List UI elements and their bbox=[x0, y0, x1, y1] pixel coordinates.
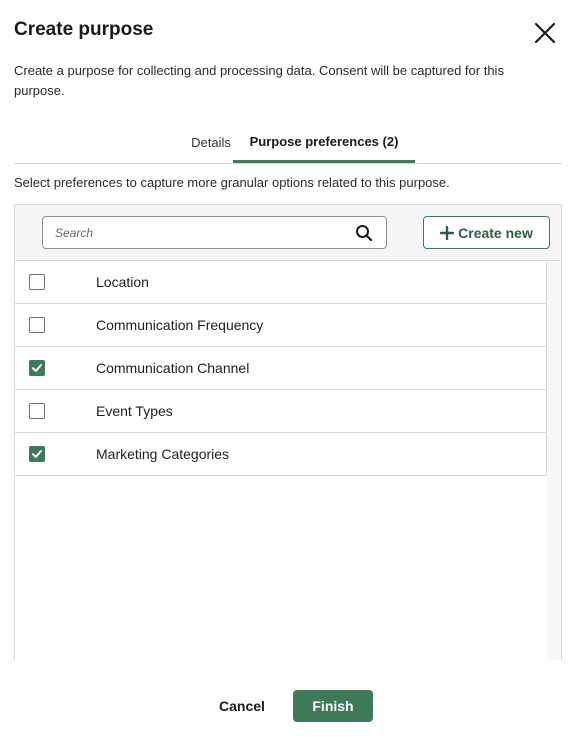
list-item: Event Types bbox=[15, 390, 547, 433]
preference-label: Communication Frequency bbox=[96, 317, 264, 333]
list-item: Marketing Categories bbox=[15, 433, 547, 476]
helper-text: Select preferences to capture more granu… bbox=[14, 175, 450, 190]
create-new-button[interactable]: Create new bbox=[423, 216, 550, 249]
preference-label: Location bbox=[96, 274, 149, 290]
search-input[interactable] bbox=[43, 217, 343, 248]
checkmark-icon bbox=[32, 450, 42, 458]
dialog-description: Create a purpose for collecting and proc… bbox=[14, 63, 504, 98]
preference-label: Marketing Categories bbox=[96, 446, 230, 462]
checkbox-event-types[interactable] bbox=[29, 403, 45, 419]
list-item: Communication Frequency bbox=[15, 304, 547, 347]
scrollbar[interactable] bbox=[547, 261, 561, 660]
cancel-button[interactable]: Cancel bbox=[208, 690, 276, 722]
checkbox-marketing-categories[interactable] bbox=[29, 446, 45, 462]
plus-icon bbox=[440, 225, 455, 240]
finish-button[interactable]: Finish bbox=[293, 690, 373, 722]
list-item: Location bbox=[15, 261, 547, 304]
list-item: Communication Channel bbox=[15, 347, 547, 390]
checkmark-icon bbox=[32, 364, 42, 372]
tab-bar: Details Purpose preferences (2) bbox=[14, 122, 562, 164]
preferences-panel: Create new Location Communication Freque… bbox=[14, 204, 562, 660]
preferences-toolbar: Create new bbox=[15, 205, 561, 261]
create-new-label: Create new bbox=[458, 224, 533, 241]
dialog-title: Create purpose bbox=[14, 19, 154, 40]
search-box bbox=[42, 216, 387, 249]
checkbox-location[interactable] bbox=[29, 274, 45, 290]
close-button[interactable] bbox=[531, 19, 559, 47]
preference-label: Event Types bbox=[96, 403, 173, 419]
search-icon[interactable] bbox=[355, 224, 373, 242]
preferences-list: Location Communication Frequency Communi… bbox=[15, 261, 547, 476]
close-icon bbox=[534, 22, 556, 44]
create-purpose-dialog: Create purpose Create a purpose for coll… bbox=[0, 0, 573, 738]
checkbox-communication-channel[interactable] bbox=[29, 360, 45, 376]
tab-purpose-preferences[interactable]: Purpose preferences (2) bbox=[233, 122, 415, 163]
preference-label: Communication Channel bbox=[96, 360, 250, 376]
checkbox-communication-frequency[interactable] bbox=[29, 317, 45, 333]
